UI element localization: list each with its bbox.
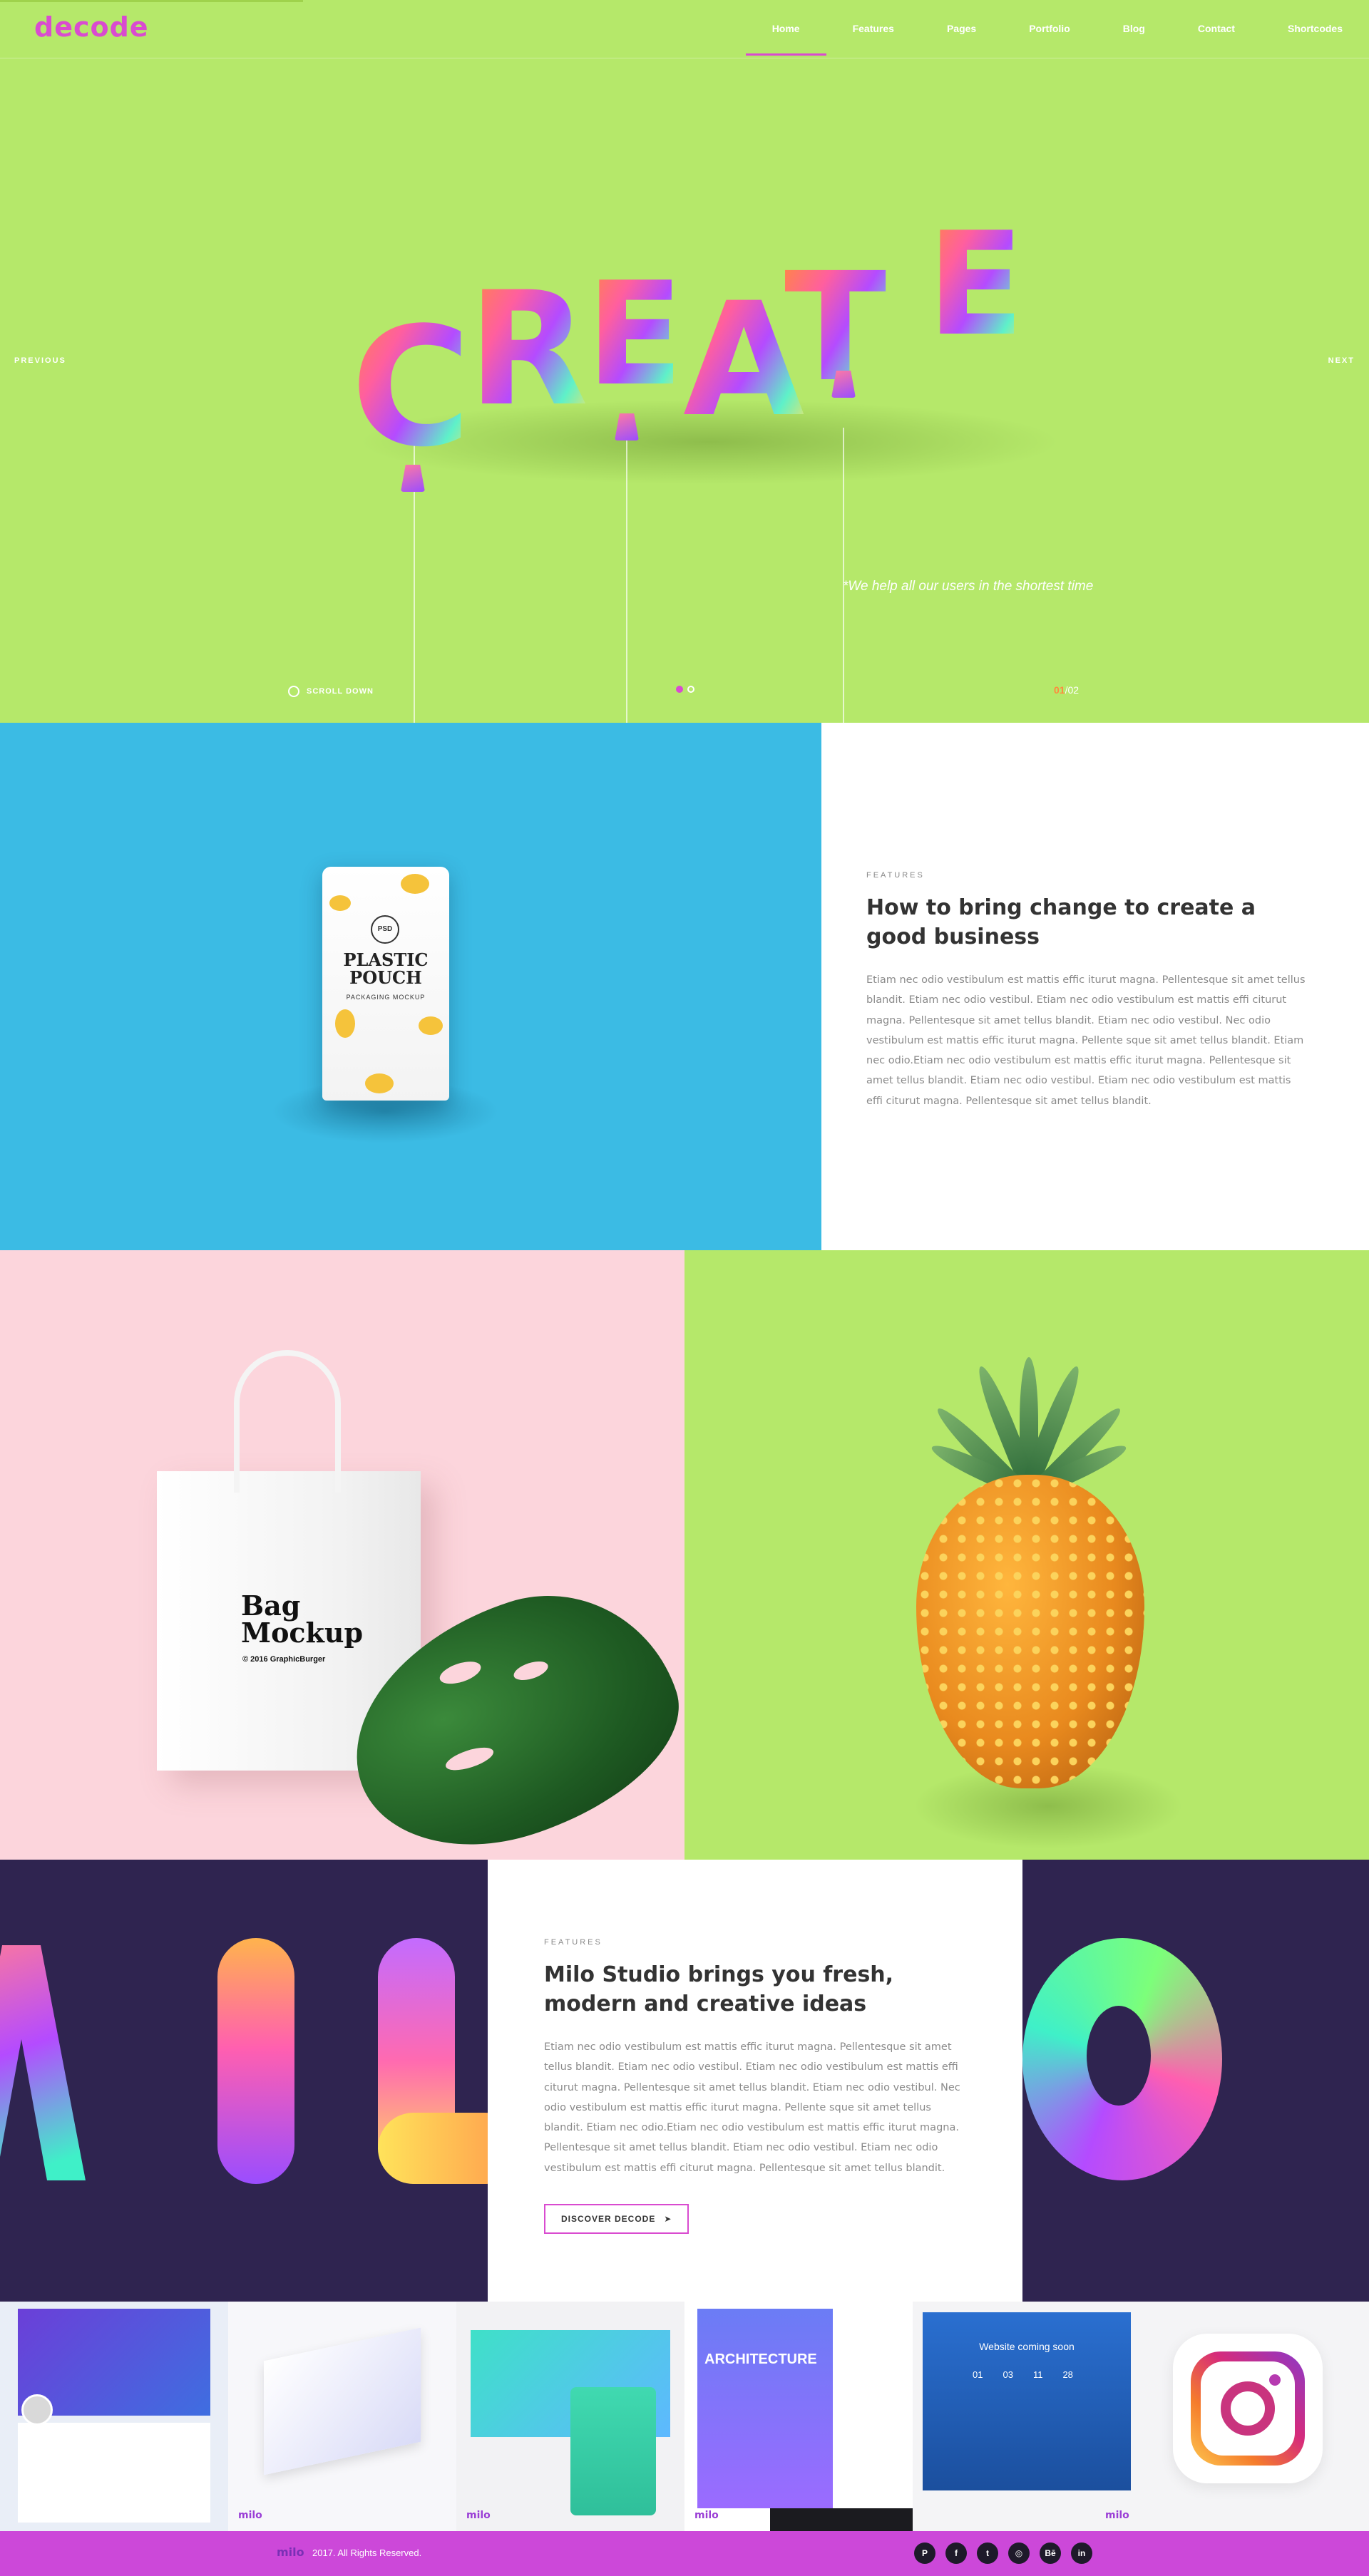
pineapple-image <box>684 1250 1369 1860</box>
gallery-thumb-coming-soon: Website coming soon 01 03 11 28 <box>923 2312 1131 2490</box>
section-title: Milo Studio brings you fresh, modern and… <box>544 1962 894 2016</box>
section-body: Etiam nec odio vestibulum est mattis eff… <box>544 2041 960 2174</box>
gallery-item[interactable]: milo <box>456 2302 684 2531</box>
instagram-logo[interactable] <box>1173 2334 1323 2483</box>
gallery-thumb-footer <box>770 2508 913 2531</box>
pineapple-body <box>916 1475 1144 1788</box>
pouch-title: PLASTIC POUCH <box>343 949 429 989</box>
discover-decode-label: DISCOVER DECODE <box>561 2213 656 2224</box>
section-body: Etiam nec odio vestibulum est mattis eff… <box>866 974 1306 1107</box>
section-title: How to bring change to create a good bus… <box>866 895 1256 949</box>
balloon-letter-r: R <box>468 258 589 441</box>
pouch-decor <box>401 874 429 894</box>
linkedin-icon[interactable]: in <box>1071 2542 1092 2564</box>
leaf-hole <box>511 1657 550 1684</box>
scroll-down-label: SCROLL DOWN <box>307 687 374 696</box>
balloon-letter-e: E <box>586 252 684 418</box>
milo-letter-o-hole <box>1087 2006 1151 2106</box>
bag-credit: © 2016 GraphicBurger <box>242 1655 326 1664</box>
milo-letters-image <box>0 1860 488 2302</box>
bag-title: Bag Mockup <box>241 1590 364 1649</box>
gallery-item[interactable]: milo <box>228 2302 456 2531</box>
create-balloon-letters: C R E A T E <box>0 0 1369 723</box>
paper-plane-icon: ➤ <box>664 2213 672 2224</box>
gallery-thumb-phone <box>570 2387 656 2515</box>
scroll-down-icon <box>288 686 299 697</box>
slide-total: /02 <box>1065 684 1080 696</box>
slide-current: 01 <box>1054 684 1065 696</box>
milo-letter-l-foot <box>378 2113 488 2184</box>
pouch-decor <box>365 1073 394 1093</box>
features-section-1: FEATURES How to bring change to create a… <box>821 723 1369 1250</box>
footer-logo[interactable]: milo <box>277 2545 304 2559</box>
facebook-icon[interactable]: f <box>945 2542 967 2564</box>
slider-dot-2[interactable] <box>687 686 694 693</box>
features-section-2: FEATURES Milo Studio brings you fresh, m… <box>488 1860 1022 2302</box>
pouch-decor <box>419 1016 443 1035</box>
gallery-thumb-architecture: ARCHITECTURE <box>697 2309 833 2508</box>
architecture-title: ARCHITECTURE <box>704 2351 817 2367</box>
hero-tagline: *We help all our users in the shortest t… <box>843 579 1094 594</box>
slider-dot-1[interactable] <box>676 686 683 693</box>
avatar <box>21 2394 53 2426</box>
countdown: 01 03 11 28 <box>973 2369 1073 2380</box>
gallery-item[interactable]: Website coming soon 01 03 11 28 milo <box>913 2302 1141 2531</box>
section-eyebrow: FEATURES <box>544 1938 603 1947</box>
gallery-tag: milo <box>238 2510 262 2521</box>
gallery-thumb-screens <box>264 2327 421 2475</box>
coming-soon-title: Website coming soon <box>979 2341 1075 2352</box>
pouch-mockup-image: PSD PLASTIC POUCH PACKAGING MOCKUP <box>0 723 821 1250</box>
behance-icon[interactable]: Bē <box>1040 2542 1061 2564</box>
bag-mockup-image: Bag Mockup © 2016 GraphicBurger <box>0 1250 684 1860</box>
gallery-tag: milo <box>694 2510 719 2521</box>
plastic-pouch: PSD PLASTIC POUCH PACKAGING MOCKUP <box>322 867 449 1101</box>
milo-letter-m <box>0 1945 86 2180</box>
scroll-down-button[interactable]: SCROLL DOWN <box>288 686 374 697</box>
leaf-hole <box>437 1657 484 1689</box>
pinterest-icon[interactable]: P <box>914 2542 935 2564</box>
discover-decode-button[interactable]: DISCOVER DECODE ➤ <box>544 2203 689 2234</box>
slide-counter: 01/02 <box>1054 684 1079 696</box>
section-eyebrow: FEATURES <box>866 871 925 880</box>
dribbble-icon[interactable]: ◎ <box>1008 2542 1030 2564</box>
instagram-gallery: milo milo ARCHITECTURE milo Website comi… <box>0 2302 1369 2531</box>
hero-slider: decode Home Features Pages Portfolio Blo… <box>0 0 1369 723</box>
footer-copyright: 2017. All Rights Reserved. <box>312 2547 422 2558</box>
leaf-hole <box>443 1743 496 1775</box>
social-links: P f t ◎ Bē in <box>914 2542 1092 2564</box>
balloon-letter-e2: E <box>927 202 1025 368</box>
pouch-decor <box>329 895 351 911</box>
bag-handle <box>234 1350 341 1493</box>
slider-dots <box>676 686 694 693</box>
milo-letter-o-image <box>1022 1860 1369 2302</box>
pouch-badge: PSD <box>371 915 399 944</box>
balloon-letter-c: C <box>351 293 471 483</box>
gallery-item[interactable] <box>0 2302 228 2531</box>
site-footer: milo 2017. All Rights Reserved. P f t ◎ … <box>0 2531 1369 2576</box>
gallery-thumb-profile <box>18 2423 210 2523</box>
instagram-icon <box>1191 2351 1305 2466</box>
gallery-item[interactable]: ARCHITECTURE milo <box>684 2302 913 2531</box>
pouch-decor <box>335 1009 355 1038</box>
pouch-subtitle: PACKAGING MOCKUP <box>346 994 426 1001</box>
milo-letter-i <box>217 1938 294 2184</box>
twitter-icon[interactable]: t <box>977 2542 998 2564</box>
gallery-tag: milo <box>466 2510 491 2521</box>
gallery-tag: milo <box>1105 2510 1129 2521</box>
milo-letter-o <box>1022 1938 1222 2180</box>
